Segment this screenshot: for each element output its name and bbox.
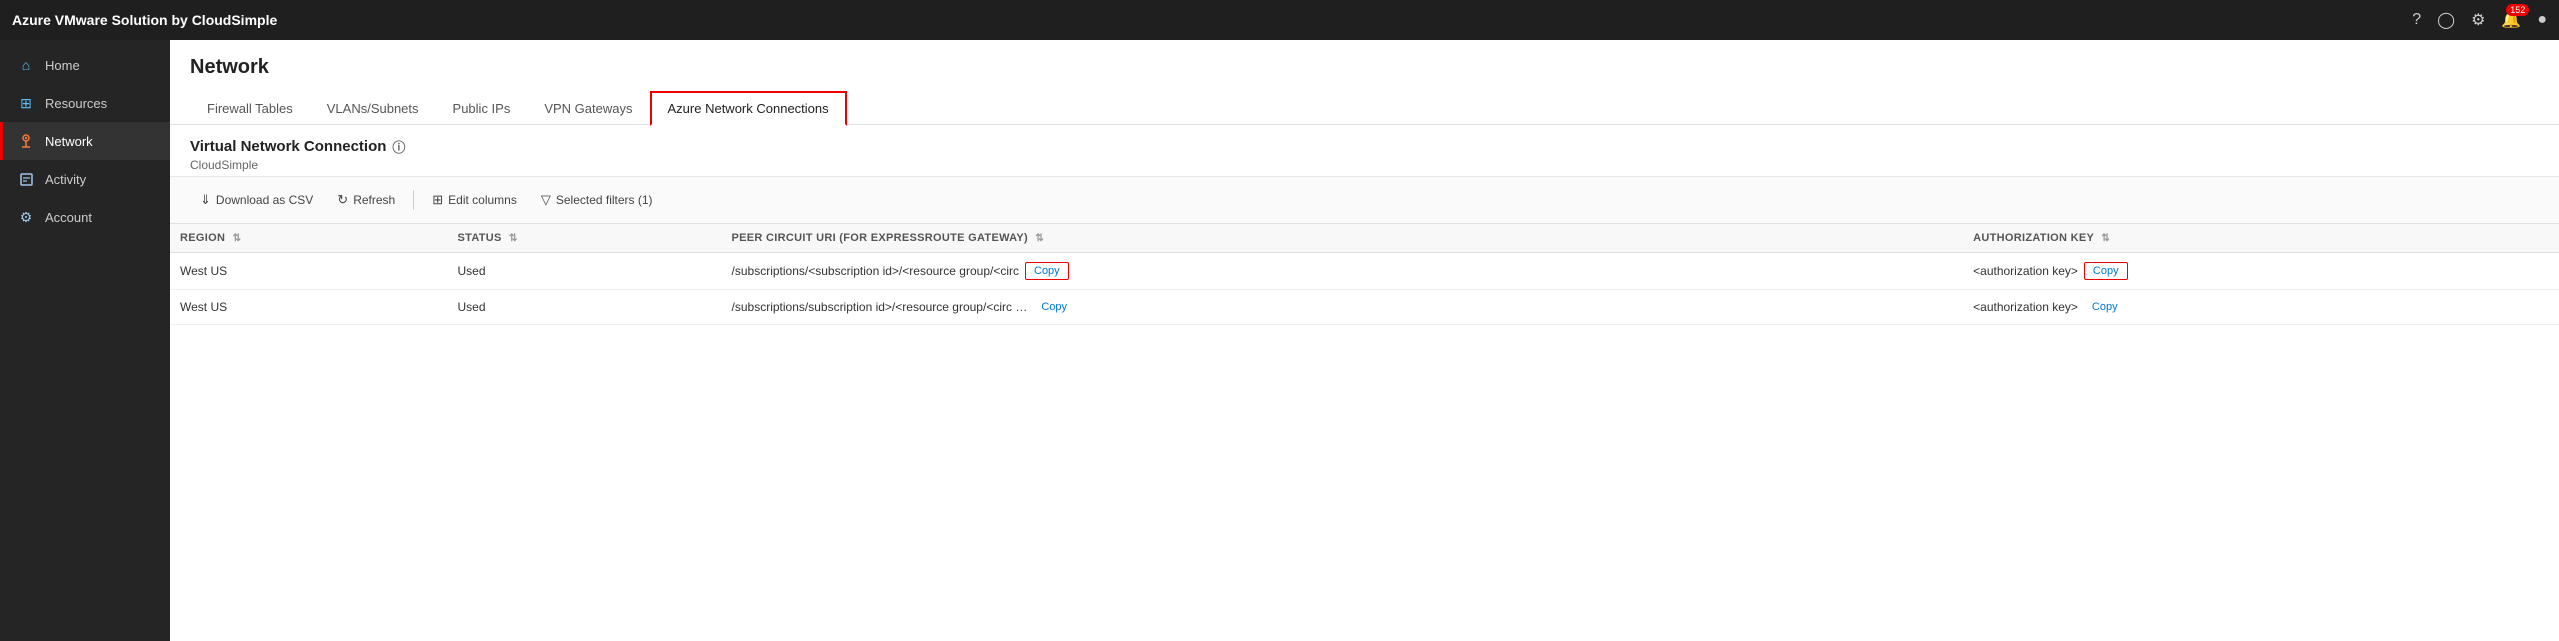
tab-firewall[interactable]: Firewall Tables	[190, 92, 310, 125]
download-icon: ⇓	[200, 192, 211, 208]
table-wrapper: REGION ⇅ STATUS ⇅ PEER CIRCUIT URI (FOR …	[170, 224, 2559, 641]
settings-icon[interactable]: ⚙	[2471, 10, 2485, 30]
col-region: REGION ⇅	[170, 224, 448, 253]
topbar-icons: ? ◯ ⚙ 🔔 152 ●	[2412, 10, 2547, 30]
toolbar-divider	[413, 190, 414, 210]
refresh-icon: ↻	[337, 192, 348, 208]
resources-icon: ⊞	[17, 94, 35, 112]
content-area: Network Firewall Tables VLANs/Subnets Pu…	[170, 40, 2559, 641]
download-csv-button[interactable]: ⇓ Download as CSV	[190, 187, 323, 213]
selected-filters-button[interactable]: ▽ Selected filters (1)	[531, 187, 663, 213]
sort-auth-icon[interactable]: ⇅	[2101, 233, 2110, 244]
sort-region-icon[interactable]: ⇅	[233, 233, 242, 244]
sub-header: Virtual Network Connection ⓘ CloudSimple	[170, 125, 2559, 177]
sidebar-item-home[interactable]: ⌂ Home	[0, 46, 170, 84]
sort-status-icon[interactable]: ⇅	[509, 233, 518, 244]
sidebar-item-account-label: Account	[45, 210, 92, 225]
cell-region-1: West US	[170, 253, 448, 290]
help-icon[interactable]: ?	[2412, 11, 2421, 29]
tab-azure-network-connections[interactable]: Azure Network Connections	[650, 91, 847, 126]
copy-peer-uri-1-button[interactable]: Copy	[1025, 262, 1069, 280]
cell-region-2: West US	[170, 290, 448, 325]
user-circle-icon[interactable]: ◯	[2437, 10, 2455, 30]
sidebar: ⌂ Home ⊞ Resources Network	[0, 40, 170, 641]
network-icon	[17, 132, 35, 150]
cell-auth-key-1: <authorization key> Copy	[1963, 253, 2559, 290]
toolbar: ⇓ Download as CSV ↻ Refresh ⊞ Edit colum…	[170, 177, 2559, 224]
section-subtitle: CloudSimple	[190, 158, 2539, 172]
cell-auth-key-2: <authorization key> Copy	[1963, 290, 2559, 325]
page-title: Network	[190, 56, 2539, 79]
main-layout: ⌂ Home ⊞ Resources Network	[0, 40, 2559, 641]
table-header-row: REGION ⇅ STATUS ⇅ PEER CIRCUIT URI (FOR …	[170, 224, 2559, 253]
sidebar-item-account[interactable]: ⚙ Account	[0, 198, 170, 236]
sidebar-item-home-label: Home	[45, 58, 80, 73]
account-icon: ⚙	[17, 208, 35, 226]
col-peer-circuit-uri: PEER CIRCUIT URI (FOR EXPRESSROUTE GATEW…	[722, 224, 1964, 253]
notification-badge: 152	[2506, 4, 2529, 16]
sidebar-item-activity-label: Activity	[45, 172, 86, 187]
profile-icon[interactable]: ●	[2537, 11, 2547, 29]
copy-peer-uri-2-button[interactable]: Copy	[1033, 299, 1075, 315]
columns-icon: ⊞	[432, 192, 443, 208]
sort-peer-icon[interactable]: ⇅	[1035, 233, 1044, 244]
sidebar-item-activity[interactable]: Activity	[0, 160, 170, 198]
home-icon: ⌂	[17, 56, 35, 74]
bell-icon[interactable]: 🔔 152	[2501, 10, 2521, 30]
sidebar-item-resources-label: Resources	[45, 96, 107, 111]
refresh-button[interactable]: ↻ Refresh	[327, 187, 405, 213]
copy-auth-key-1-button[interactable]: Copy	[2084, 262, 2128, 280]
filter-icon: ▽	[541, 192, 551, 208]
table-row: West US Used /subscriptions/subscription…	[170, 290, 2559, 325]
cell-status-2: Used	[448, 290, 722, 325]
topbar: Azure VMware Solution by CloudSimple ? ◯…	[0, 0, 2559, 40]
col-auth-key: AUTHORIZATION KEY ⇅	[1963, 224, 2559, 253]
section-title: Virtual Network Connection ⓘ	[190, 137, 2539, 156]
sidebar-item-network-label: Network	[45, 134, 93, 149]
table-row: West US Used /subscriptions/<subscriptio…	[170, 253, 2559, 290]
cell-status-1: Used	[448, 253, 722, 290]
cell-peer-uri-2: /subscriptions/subscription id>/<resourc…	[722, 290, 1964, 325]
page-header: Network Firewall Tables VLANs/Subnets Pu…	[170, 40, 2559, 125]
connections-table: REGION ⇅ STATUS ⇅ PEER CIRCUIT URI (FOR …	[170, 224, 2559, 325]
tab-vpngateways[interactable]: VPN Gateways	[527, 92, 649, 125]
edit-columns-button[interactable]: ⊞ Edit columns	[422, 187, 527, 213]
info-icon[interactable]: ⓘ	[392, 137, 405, 156]
copy-auth-key-2-button[interactable]: Copy	[2084, 299, 2126, 315]
tabs-bar: Firewall Tables VLANs/Subnets Public IPs…	[190, 91, 2539, 124]
sidebar-item-network[interactable]: Network	[0, 122, 170, 160]
sidebar-item-resources[interactable]: ⊞ Resources	[0, 84, 170, 122]
col-status: STATUS ⇅	[448, 224, 722, 253]
tab-vlans[interactable]: VLANs/Subnets	[310, 92, 436, 125]
tab-publicips[interactable]: Public IPs	[436, 92, 528, 125]
cell-peer-uri-1: /subscriptions/<subscription id>/<resour…	[722, 253, 1964, 290]
app-title: Azure VMware Solution by CloudSimple	[12, 12, 2412, 28]
activity-icon	[17, 170, 35, 188]
